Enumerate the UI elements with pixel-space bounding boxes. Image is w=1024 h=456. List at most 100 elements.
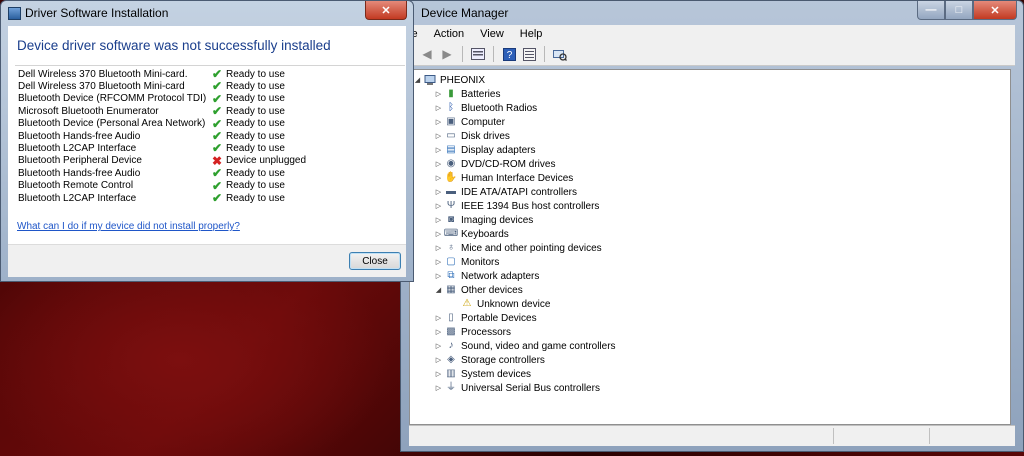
checkmark-icon: ✔ [211,166,223,181]
expand-arrow-icon[interactable]: ▷ [434,104,443,112]
expand-arrow-icon[interactable]: ▷ [434,118,443,126]
expand-arrow-icon[interactable]: ▷ [434,314,443,322]
checkmark-icon: ✔ [211,129,223,143]
tree-item-label: DVD/CD-ROM drives [461,158,556,170]
tree-item-label: Universal Serial Bus controllers [461,382,600,394]
expand-arrow-icon[interactable]: ▷ [434,384,443,392]
back-arrow-icon[interactable]: ◀ [419,46,435,62]
tree-item[interactable]: ▷ ▩ Processors [434,325,511,339]
tree-item[interactable]: ▷ ▯ Portable Devices [434,311,537,325]
collapse-arrow-icon[interactable]: ◢ [413,76,422,84]
help-icon[interactable]: ? [501,46,517,62]
expand-arrow-icon[interactable]: ▷ [434,146,443,154]
bluetooth-icon: ᛒ [448,102,454,113]
dialog-close-x-button[interactable]: ✕ [365,1,407,20]
details-view-icon[interactable] [521,46,537,62]
other-devices-icon: ▦ [446,284,456,295]
device-row: Bluetooth Hands-free Audio ✔ Ready to use [18,166,285,181]
maximize-button[interactable]: □ [945,1,973,20]
tree-item[interactable]: ▷ ▢ Monitors [434,255,500,269]
status-divider [929,428,930,444]
expand-arrow-icon[interactable]: ▷ [434,272,443,280]
tree-item-label: Processors [461,326,512,338]
tree-item[interactable]: ⚠ Unknown device [450,297,551,311]
tree-item[interactable]: ▷ Ψ IEEE 1394 Bus host controllers [434,199,600,213]
expand-arrow-icon[interactable]: ▷ [434,160,443,168]
expand-arrow-icon[interactable]: ▷ [434,258,443,266]
tree-item[interactable]: ▷ ▬ IDE ATA/ATAPI controllers [434,185,577,199]
device-tree[interactable]: ◢ PHEONIX ▷ ▮ Batteries ▷ ᛒ Bluetooth Radios ▷… [409,69,1011,425]
expand-arrow-icon[interactable]: ▷ [434,328,443,336]
tree-item[interactable]: ▷ ◙ Imaging devices [434,213,533,227]
tree-item[interactable]: ▷ ▤ Display adapters [434,143,536,157]
close-button[interactable]: Close [349,252,401,270]
device-status: Ready to use [226,167,285,179]
dialog-content: Device driver software was not successfu… [8,26,406,244]
tree-item[interactable]: ▷ ⧉ Network adapters [434,269,540,283]
system-icon: ▥ [446,368,456,379]
tree-item-label: IDE ATA/ATAPI controllers [461,186,577,198]
expand-arrow-icon[interactable]: ▷ [434,90,443,98]
expand-arrow-icon[interactable]: ▷ [434,202,443,210]
device-name: Bluetooth Hands-free Audio [18,130,141,142]
tree-item[interactable]: ▷ ▥ System devices [434,367,531,381]
expand-arrow-icon[interactable]: ▷ [434,216,443,224]
tree-item-label: Sound, video and game controllers [461,340,616,352]
expand-arrow-icon[interactable]: ▷ [434,174,443,182]
minimize-button[interactable]: — [917,1,945,20]
toolbar-separator [493,46,494,62]
expand-arrow-icon[interactable]: ▷ [434,188,443,196]
scan-hardware-icon[interactable] [552,46,568,62]
dvd-drive-icon: ◉ [446,158,456,169]
dialog-titlebar[interactable]: Driver Software Installation ✕ [1,1,413,25]
expand-arrow-icon[interactable]: ▷ [434,356,443,364]
tree-item-label: Network adapters [461,270,540,282]
expand-arrow-icon[interactable]: ▷ [434,370,443,378]
close-window-button[interactable]: ✕ [973,1,1017,20]
tree-item[interactable]: ▷ ♁ Mice and other pointing devices [434,241,602,255]
checkmark-icon: ✔ [211,116,223,131]
device-status: Ready to use [226,68,285,80]
device-name: Dell Wireless 370 Bluetooth Mini-card [18,80,185,92]
tree-item[interactable]: ▷ ◉ DVD/CD-ROM drives [434,157,556,171]
properties-icon[interactable] [470,46,486,62]
tree-item[interactable]: ▷ ⏚ Universal Serial Bus controllers [434,381,600,395]
help-glyph: ? [502,47,516,61]
tree-item-label: Unknown device [477,298,551,310]
status-bar [409,425,1015,446]
menu-help[interactable]: Help [512,28,551,40]
mouse-icon: ♁ [447,242,455,253]
toolbar-separator [544,46,545,62]
collapse-arrow-icon[interactable]: ◢ [434,286,443,294]
tree-root[interactable]: ◢ PHEONIX [413,73,485,87]
tree-item[interactable]: ▷ ♪ Sound, video and game controllers [434,339,616,353]
expand-arrow-icon[interactable]: ▷ [434,244,443,252]
expand-arrow-icon[interactable]: ▷ [434,132,443,140]
menu-action[interactable]: Action [426,28,473,40]
device-name: Bluetooth L2CAP Interface [18,192,137,204]
tree-item[interactable]: ◢ ▦ Other devices [434,283,523,297]
checkmark-icon: ✔ [211,178,223,193]
tree-item[interactable]: ▷ ▭ Disk drives [434,129,510,143]
dialog-title: Driver Software Installation [25,6,169,20]
tree-item[interactable]: ▷ ⌨ Keyboards [434,227,509,241]
tree-item[interactable]: ▷ ▮ Batteries [434,87,501,101]
storage-icon: ◈ [447,354,455,365]
device-manager-titlebar[interactable]: Device Manager — □ ✕ [401,1,1023,25]
device-status: Ready to use [226,105,285,117]
expand-arrow-icon[interactable]: ▷ [434,342,443,350]
display-adapter-icon: ▤ [446,144,456,155]
tree-item[interactable]: ▷ ᛒ Bluetooth Radios [434,101,537,115]
help-link[interactable]: What can I do if my device did not insta… [17,221,240,232]
tree-item[interactable]: ▷ ✋ Human Interface Devices [434,171,573,185]
tree-item[interactable]: ▷ ▣ Computer [434,115,505,129]
tree-item[interactable]: ▷ ◈ Storage controllers [434,353,545,367]
error-x-icon: ✖ [211,153,223,168]
tree-item-label: Mice and other pointing devices [461,242,602,254]
menu-view[interactable]: View [472,28,512,40]
forward-arrow-icon[interactable]: ▶ [439,46,455,62]
details-glyph [522,47,536,61]
dialog-footer: Close [8,244,406,277]
expand-arrow-icon[interactable]: ▷ [434,230,443,238]
network-icon: ⧉ [447,270,455,281]
